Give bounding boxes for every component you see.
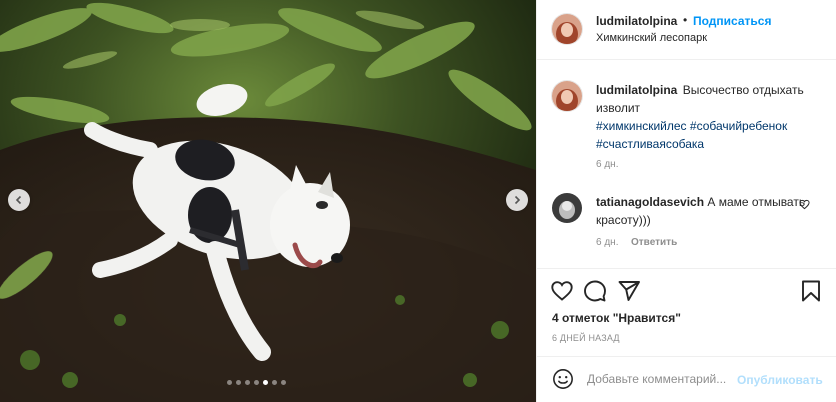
caption-username[interactable]: ludmilatolpina: [596, 83, 677, 97]
carousel-dot: [245, 380, 250, 385]
comment-composer: Опубликовать: [537, 356, 836, 402]
chevron-left-icon: [15, 195, 22, 205]
hashtag-link[interactable]: #счастливаясобака: [596, 137, 704, 151]
reply-button[interactable]: Ответить: [631, 237, 677, 248]
commenter-avatar[interactable]: [552, 193, 582, 223]
post-location[interactable]: Химкинский лесопарк: [596, 32, 707, 44]
profile-photo: [552, 193, 582, 223]
carousel-indicator: [227, 380, 286, 385]
instagram-post-dialog: ludmilatolpina • Подписаться Химкинский …: [0, 0, 836, 402]
paper-plane-icon[interactable]: [617, 279, 641, 303]
carousel-dot: [281, 380, 286, 385]
post-author-username[interactable]: ludmilatolpina: [596, 14, 677, 28]
carousel-next-button[interactable]: [506, 189, 528, 211]
profile-photo: [552, 14, 582, 44]
bookmark-icon[interactable]: [799, 279, 823, 303]
separator-dot: •: [683, 13, 688, 27]
heart-icon[interactable]: [550, 279, 574, 303]
chevron-right-icon: [514, 195, 521, 205]
comment-timestamp[interactable]: 6 дн.: [596, 237, 618, 248]
likes-count[interactable]: 4 отметок "Нравится": [552, 311, 681, 325]
commenter-username[interactable]: tatianagoldasevich: [596, 195, 704, 209]
post-actions: 4 отметок "Нравится" 6 ДНЕЙ НАЗАД: [537, 268, 836, 356]
follow-button[interactable]: Подписаться: [693, 14, 771, 28]
hashtag-link[interactable]: #химкинскийлес: [596, 119, 687, 133]
carousel-dot: [236, 380, 241, 385]
hashtag-link[interactable]: #собачийребенок: [690, 119, 787, 133]
avatar[interactable]: [552, 14, 582, 44]
publish-button[interactable]: Опубликовать: [737, 373, 823, 387]
comment: tatianagoldasevich А маме отмывать красо…: [596, 193, 806, 229]
carousel-dot: [263, 380, 268, 385]
post-header: ludmilatolpina • Подписаться Химкинский …: [537, 0, 836, 60]
carousel-dot: [272, 380, 277, 385]
smiley-icon[interactable]: [552, 368, 574, 390]
post-photo: [0, 0, 536, 402]
carousel-dot: [254, 380, 259, 385]
post-caption: ludmilatolpina Высочество отдыхать извол…: [596, 81, 821, 153]
comment-like-heart-icon[interactable]: [799, 199, 810, 210]
profile-photo: [552, 81, 582, 111]
post-date[interactable]: 6 ДНЕЙ НАЗАД: [552, 333, 620, 343]
caption-avatar[interactable]: [552, 81, 582, 111]
post-side-panel: ludmilatolpina • Подписаться Химкинский …: [536, 0, 836, 402]
comment-icon[interactable]: [583, 279, 607, 303]
caption-timestamp[interactable]: 6 дн.: [596, 159, 618, 170]
comment-input[interactable]: [587, 367, 737, 391]
comments-section: ludmilatolpina Высочество отдыхать извол…: [537, 60, 836, 268]
carousel-dot: [227, 380, 232, 385]
dog-photo: [0, 0, 536, 402]
carousel-prev-button[interactable]: [8, 189, 30, 211]
